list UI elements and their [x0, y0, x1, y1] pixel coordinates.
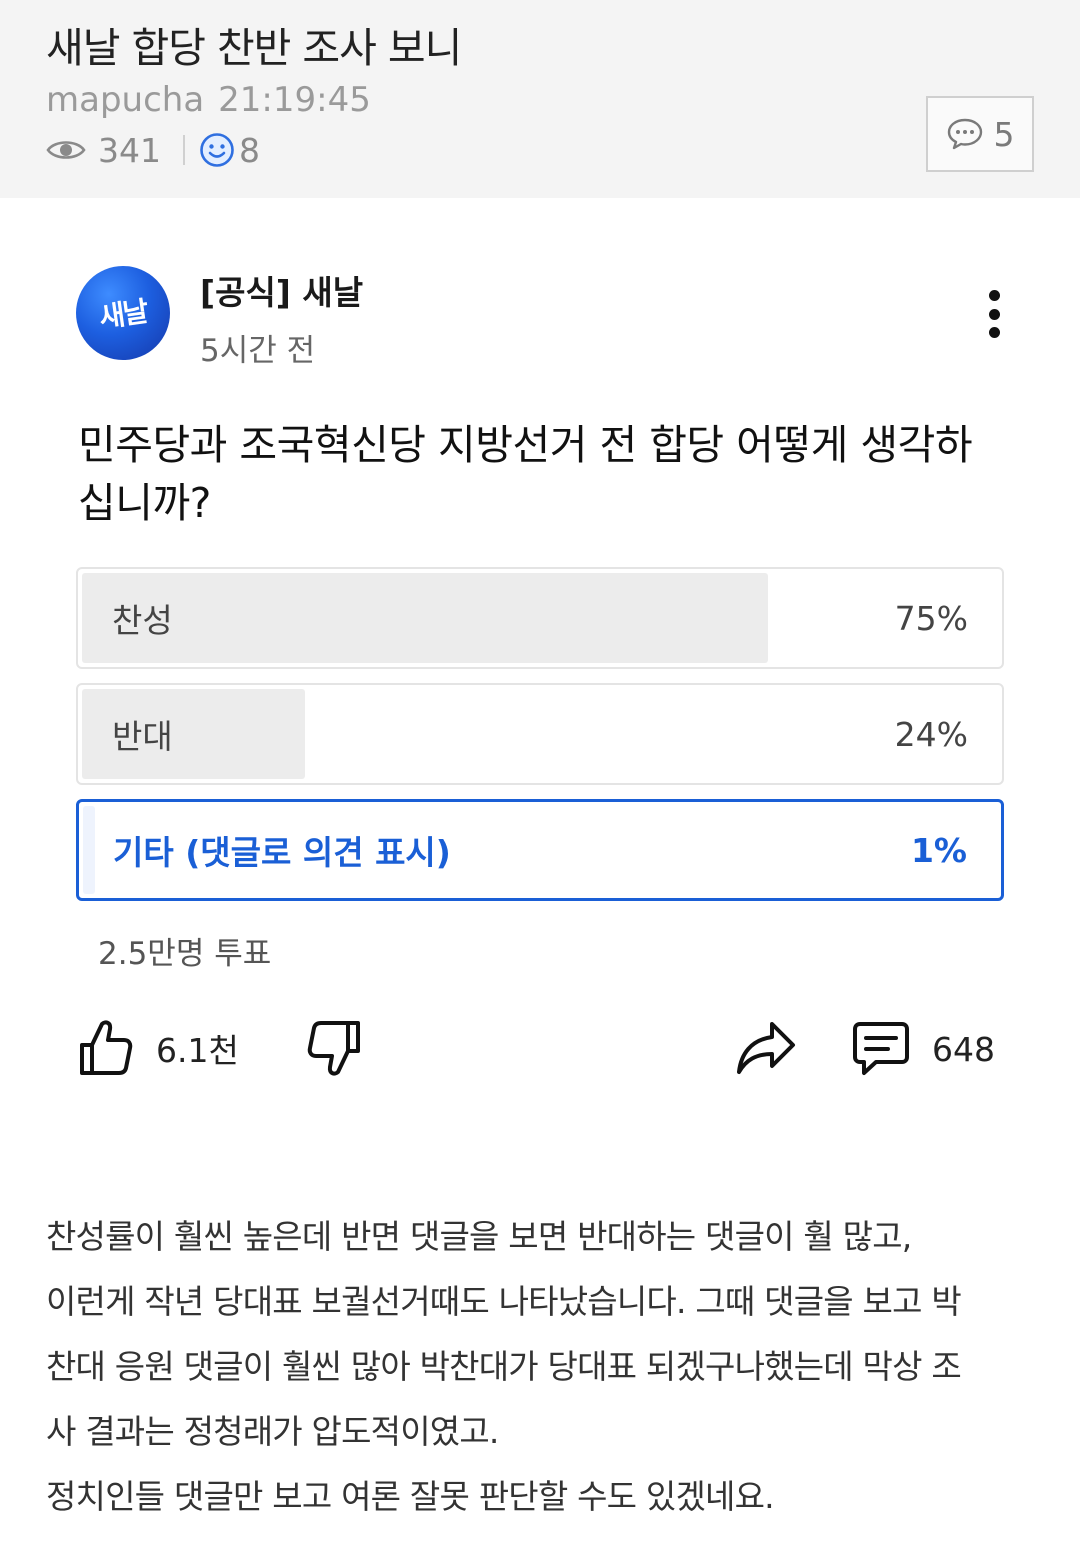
poll-option-disagree[interactable]: 반대 24%: [76, 683, 1004, 785]
poll-option-percent: 24%: [894, 714, 968, 754]
body-line: 찬성률이 훨씬 높은데 반면 댓글을 보면 반대하는 댓글이 훨 많고,: [46, 1217, 912, 1256]
poll-question: 민주당과 조국혁신당 지방선거 전 합당 어떻게 생각하십니까?: [78, 421, 973, 527]
poll-result-bar: [82, 573, 768, 663]
body-line: 이런게 작년 당대표 보궐선거때도 나타났습니다. 그때 댓글을 보고 박: [46, 1282, 962, 1321]
body-line: 찬대 응원 댓글이 훨씬 많아 박찬대가 당대표 되겠구나했는데 막상 조: [46, 1347, 962, 1386]
view-count-value: 341: [98, 130, 161, 170]
thumbs-up-icon: [80, 1020, 133, 1075]
post-title: 새날 합당 찬반 조사 보니: [46, 24, 462, 72]
more-options-button[interactable]: [976, 290, 1012, 338]
view-count: 341: [46, 131, 161, 170]
post-meta: mapucha 21:19:45: [46, 80, 385, 120]
eye-icon: [46, 141, 86, 159]
post-time: 21:19:45: [218, 80, 371, 120]
dislike-button[interactable]: [306, 1018, 362, 1078]
reaction-count-value: 8: [239, 130, 260, 170]
like-count: 6.1천: [156, 1031, 239, 1070]
like-button[interactable]: 6.1천: [78, 1018, 239, 1078]
posted-ago: 5시간 전: [200, 333, 316, 369]
author-name[interactable]: mapucha: [46, 80, 204, 120]
channel-avatar-text: 새날: [97, 294, 150, 335]
poll-option-agree[interactable]: 찬성 75%: [76, 567, 1004, 669]
comment-total: 648: [932, 1029, 995, 1069]
comments-button[interactable]: 648: [852, 1021, 995, 1077]
comment-icon: [853, 1022, 909, 1075]
channel-avatar[interactable]: 새날: [76, 266, 170, 360]
poll-result-bar: [83, 806, 95, 894]
vote-total: 2.5만명 투표: [98, 936, 272, 972]
stat-divider: [183, 135, 185, 165]
comment-count-value: 5: [993, 114, 1015, 154]
post-header: 새날 합당 찬반 조사 보니 mapucha 21:19:45 341 8 5: [0, 0, 1080, 198]
thumbs-down-icon: [307, 1021, 360, 1076]
poll-option-label: 기타 (댓글로 의견 표시): [113, 833, 451, 872]
poll-option-label: 반대: [112, 717, 173, 756]
share-button[interactable]: [736, 1020, 796, 1076]
body-line: 사 결과는 정청래가 압도적이였고.: [46, 1412, 499, 1451]
speech-bubble-icon: [947, 118, 982, 150]
comment-count-button[interactable]: 5: [926, 96, 1034, 172]
poll-option-percent: 75%: [894, 598, 968, 638]
more-vertical-icon: [988, 290, 1000, 301]
reaction-count[interactable]: 8: [199, 131, 260, 170]
post-stats: 341 8: [46, 128, 260, 172]
poll-option-label: 찬성: [112, 601, 173, 640]
smile-icon: [200, 133, 234, 167]
body-line: 정치인들 댓글만 보고 여론 잘못 판단할 수도 있겠네요.: [46, 1477, 775, 1516]
channel-name[interactable]: [공식] 새날: [200, 266, 363, 314]
post-body: 찬성률이 훨씬 높은데 반면 댓글을 보면 반대하는 댓글이 훨 많고, 이런게…: [46, 1204, 1036, 1529]
poll-option-other[interactable]: 기타 (댓글로 의견 표시) 1%: [76, 799, 1004, 901]
share-icon: [737, 1022, 795, 1074]
poll-option-percent: 1%: [910, 830, 967, 870]
